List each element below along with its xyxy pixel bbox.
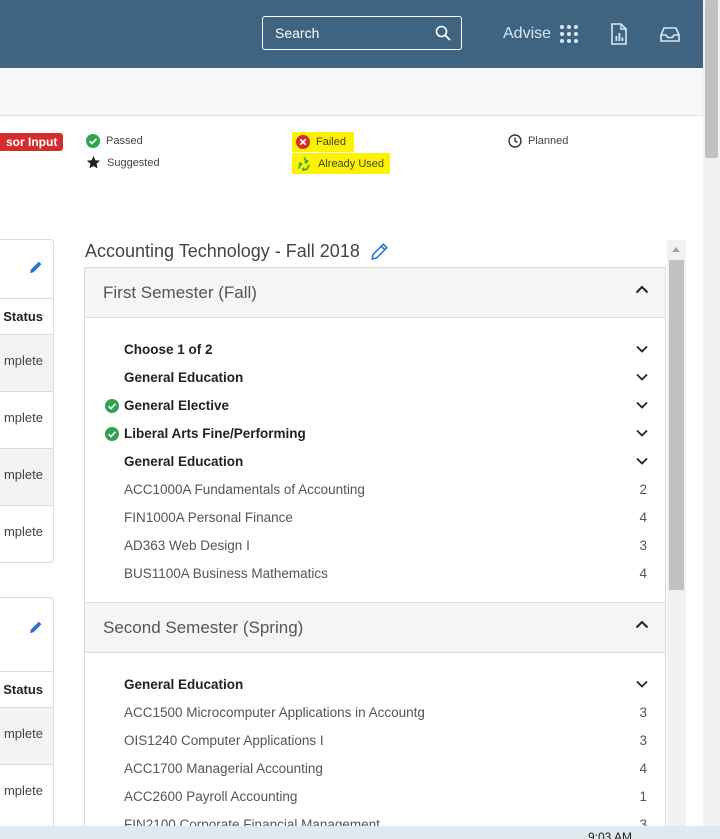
plan-scrollbar[interactable] [667, 240, 686, 839]
left-course-card-1: Status mplete mplete mplete mplete [0, 239, 54, 563]
table-row: mplete [0, 707, 53, 764]
clock-icon [508, 134, 522, 148]
taskbar-clock: 9:03 AM [588, 830, 633, 839]
requirement-group[interactable]: Choose 1 of 2 [85, 336, 665, 364]
chevron-down-icon[interactable] [636, 373, 648, 381]
chevron-down-icon[interactable] [636, 457, 648, 465]
course-credits: 3 [639, 538, 647, 553]
edit-pencil-icon[interactable] [29, 620, 43, 634]
os-taskbar: 9:03 AM [0, 826, 720, 839]
edit-pencil-outline-icon[interactable] [370, 242, 389, 261]
left-course-card-2: Status mplete mplete [0, 597, 54, 837]
failed-x-circle-icon [296, 135, 310, 149]
semester-header-spring[interactable]: Second Semester (Spring) [85, 603, 665, 653]
star-icon [86, 155, 101, 169]
course-row[interactable]: FIN1000A Personal Finance 4 [85, 504, 665, 532]
inbox-icon[interactable] [659, 23, 681, 45]
legend-already-used: Already Used [292, 153, 391, 174]
course-row[interactable]: ACC1500 Microcomputer Applications in Ac… [85, 699, 665, 727]
page-scrollbar[interactable] [703, 0, 720, 839]
chevron-up-icon[interactable] [635, 620, 649, 629]
course-credits: 3 [639, 705, 647, 720]
requirement-group[interactable]: General Education [85, 671, 665, 699]
course-row[interactable]: ACC2600 Payroll Accounting 1 [85, 783, 665, 811]
check-circle-icon [105, 427, 119, 441]
table-row: mplete [0, 505, 53, 562]
course-row[interactable]: ACC1000A Fundamentals of Accounting 2 [85, 476, 665, 504]
course-row[interactable]: OIS1240 Computer Applications I 3 [85, 727, 665, 755]
chevron-down-icon[interactable] [636, 680, 648, 688]
semester-body-spring: General Education ACC1500 Microcomputer … [85, 653, 665, 839]
check-circle-icon [105, 399, 119, 413]
advisor-input-badge: sor Input [0, 133, 64, 151]
course-credits: 4 [639, 510, 647, 525]
scroll-up-arrow-icon[interactable] [672, 247, 680, 252]
semester-header-fall[interactable]: First Semester (Fall) [85, 268, 665, 318]
chevron-up-icon[interactable] [635, 285, 649, 294]
table-row: mplete [0, 391, 53, 448]
requirement-group[interactable]: General Elective [85, 392, 665, 420]
course-row[interactable]: AD363 Web Design I 3 [85, 532, 665, 560]
search-icon[interactable] [435, 25, 451, 41]
legend-passed: Passed [86, 134, 143, 148]
course-credits: 1 [639, 789, 647, 804]
chevron-down-icon[interactable] [636, 401, 648, 409]
legend-failed: Failed [292, 132, 354, 152]
table-row: mplete [0, 448, 53, 505]
status-column-header: Status [0, 671, 53, 707]
legend-suggested: Suggested [86, 155, 160, 170]
course-credits: 2 [639, 482, 647, 497]
search-input[interactable] [263, 17, 427, 49]
semester-body-fall: Choose 1 of 2 General Education General … [85, 318, 665, 603]
sub-toolbar [0, 68, 703, 116]
advise-menu-button[interactable]: Advise [503, 24, 579, 44]
chevron-down-icon[interactable] [636, 345, 648, 353]
page-scrollbar-thumb[interactable] [705, 0, 718, 158]
search-box[interactable] [262, 16, 462, 50]
requirement-group[interactable]: General Education [85, 364, 665, 392]
report-icon[interactable] [608, 23, 630, 45]
requirement-group[interactable]: Liberal Arts Fine/Performing [85, 420, 665, 448]
plan-title: Accounting Technology - Fall 2018 [85, 241, 389, 262]
course-credits: 4 [639, 566, 647, 581]
apps-grid-icon [560, 25, 579, 43]
check-circle-icon [86, 134, 100, 148]
edit-pencil-icon[interactable] [29, 260, 43, 274]
table-row: mplete [0, 764, 53, 821]
plan-scrollbar-thumb[interactable] [669, 260, 684, 590]
advise-label: Advise [503, 25, 552, 42]
course-credits: 3 [639, 733, 647, 748]
course-row[interactable]: BUS1100A Business Mathematics 4 [85, 560, 665, 588]
requirement-group[interactable]: General Education [85, 448, 665, 476]
legend-planned: Planned [508, 134, 568, 148]
status-column-header: Status [0, 298, 53, 334]
course-row[interactable]: ACC1700 Managerial Accounting 4 [85, 755, 665, 783]
plan-panel: First Semester (Fall) Choose 1 of 2 Gene… [84, 267, 666, 839]
course-credits: 4 [639, 761, 647, 776]
top-navigation-bar: Advise [0, 0, 703, 68]
chevron-down-icon[interactable] [636, 429, 648, 437]
table-row: mplete [0, 334, 53, 391]
recycle-icon [297, 157, 311, 171]
